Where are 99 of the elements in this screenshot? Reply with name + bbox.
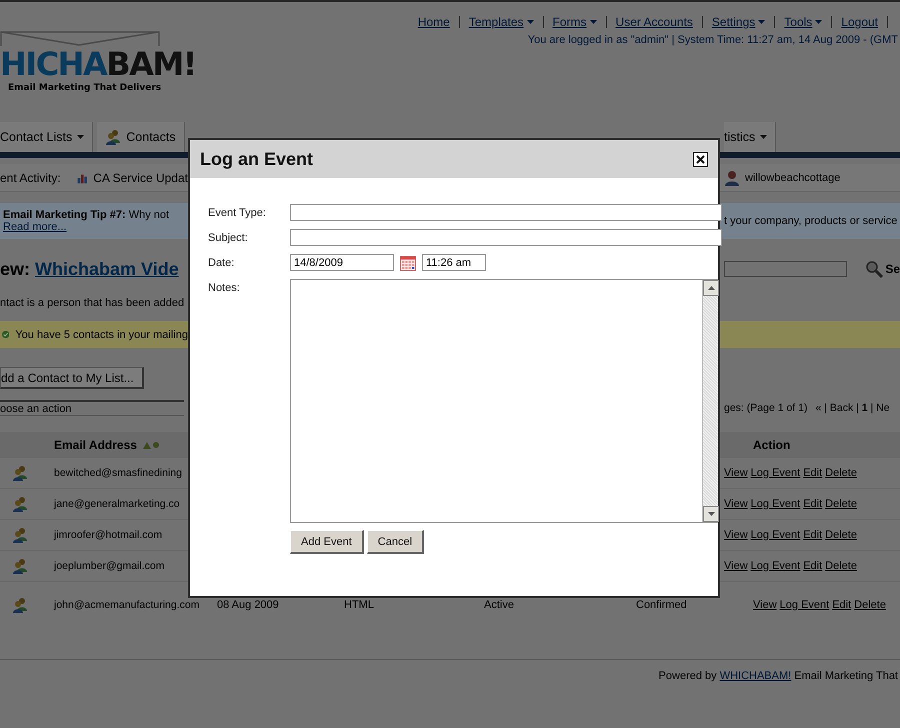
search-field[interactable] [724,261,848,277]
close-button[interactable] [693,152,708,166]
list-link[interactable]: Whichabam Vide [35,258,179,278]
menu-tab[interactable]: Contacts [97,122,185,152]
row-action-link[interactable]: Delete [825,467,857,479]
table-cell-text: 08 Aug 2009 [217,598,280,610]
people-icon [12,496,28,512]
row-action-link[interactable]: Log Event [750,498,800,510]
nav-link[interactable]: Home [408,16,460,28]
up-arrow-icon [708,286,714,290]
date-field[interactable]: 14/8/2009 [290,254,394,271]
caret-icon [526,20,534,24]
people-icon [12,596,28,612]
action-select[interactable]: oose an action [0,400,184,416]
tip-text: t your company, products or service [723,215,898,227]
people-icon [12,527,28,543]
field-label: Subject: [208,231,249,246]
activity-item: CA Service Updat [93,170,188,184]
row-action-link[interactable]: Edit [803,560,822,572]
calendar-icon[interactable] [400,254,416,270]
column-header: Action [753,438,790,452]
read-more-link[interactable]: Read more... [3,221,188,233]
column-header: Email Address [54,438,137,452]
nav-link[interactable]: Forms [544,16,607,28]
search-label[interactable]: Se [885,262,900,276]
nav-link[interactable]: User Accounts [606,16,703,28]
menu-tab[interactable]: Contact Lists [0,122,94,152]
row-action-link[interactable]: Delete [854,598,886,610]
notes-field[interactable] [290,279,718,523]
row-action-link[interactable]: Delete [825,560,857,572]
scroll-up-button[interactable] [703,280,719,296]
row-action-link[interactable]: Edit [803,529,822,541]
nav-link[interactable]: Settings [702,16,776,28]
row-action-link[interactable]: Delete [825,529,857,541]
email-cell-text: john@acmemanufacturing.com [54,598,200,610]
person-icon [725,170,739,186]
login-status: You are logged in as "admin" | System Time: 11:27 am, 14 Aug 2009 - (GMT [528,34,899,46]
email-cell: joeplumber@gmail.com [54,560,164,572]
row-action-link[interactable]: View [724,529,748,541]
notice-text: You have 5 contacts in your mailing [15,328,188,340]
scrollbar[interactable] [702,280,718,522]
activity-item: willowbeachcottage [745,172,840,184]
list-heading: ew: Whichabam Vide [0,258,179,280]
caret-icon [590,20,597,24]
field-label: Notes: [208,281,241,296]
activity-label: ent Activity: [0,170,61,184]
row-action-link[interactable]: Log Event [750,467,800,479]
caret-icon [758,20,766,24]
caret-icon [77,135,84,139]
close-icon [696,154,705,164]
table-cell-text: Active [484,598,515,610]
table-cell-text: Confirmed [636,598,688,610]
field-label: Date: [208,256,236,271]
footer-text: Powered by WHICHABAM! Email Marketing That [658,670,899,682]
email-cell: bewitched@smasfinedining [54,467,182,479]
pagination-links[interactable]: « | Back | 1 | Ne [815,402,890,414]
text-field[interactable] [290,204,722,221]
row-action-link[interactable]: Edit [803,467,822,479]
table-cell-text: HTML [344,598,375,610]
sort-icon [142,441,159,449]
dialog-title: Log an Event [200,148,314,170]
caret-icon [815,20,822,24]
page-summary: ges: (Page 1 of 1) [724,402,808,414]
email-cell: jimroofer@hotmail.com [54,529,162,541]
nav-link[interactable]: Tools [775,16,832,28]
tip-text: Email Marketing Tip #7: Why not [3,209,170,221]
row-action-link[interactable]: Log Event [750,560,800,572]
search-icon [865,260,884,278]
row-action-link[interactable]: View [724,498,748,510]
row-action-link[interactable]: View [724,560,748,572]
people-icon [105,129,122,145]
caret-icon [760,135,768,139]
email-cell: jane@generalmarketing.co [54,498,180,510]
footer-link[interactable]: WHICHABAM! [720,670,792,682]
check-icon [2,328,10,341]
row-action-link[interactable]: Edit [803,498,822,510]
down-arrow-icon [708,512,714,516]
nav-link[interactable]: Templates [460,16,544,28]
cancel-button[interactable]: Cancel [366,530,424,554]
nav-link[interactable]: Logout [832,16,888,28]
description-text: ntact is a person that has been added [0,297,186,309]
envelope-icon [0,30,160,46]
people-icon [12,465,28,481]
row-action-link[interactable]: Log Event [750,529,800,541]
people-icon [12,558,28,574]
logo: HICHABAM! [0,46,196,83]
add-event-button[interactable]: Add Event [290,530,364,554]
scroll-down-button[interactable] [703,506,719,522]
row-action-link[interactable]: View [753,598,777,610]
text-field[interactable] [290,229,722,246]
menu-tab[interactable]: tistics [724,122,776,152]
add-contact-button[interactable]: dd a Contact to My List... [0,367,144,389]
field-label: Event Type: [208,206,267,221]
row-action-link[interactable]: Log Event [780,598,830,610]
row-action-link[interactable]: Delete [825,498,857,510]
logo-tagline: Email Marketing That Delivers [8,82,162,93]
row-action-link[interactable]: Edit [832,598,852,610]
row-action-link[interactable]: View [724,467,748,479]
time-field[interactable]: 11:26 am [422,254,486,271]
